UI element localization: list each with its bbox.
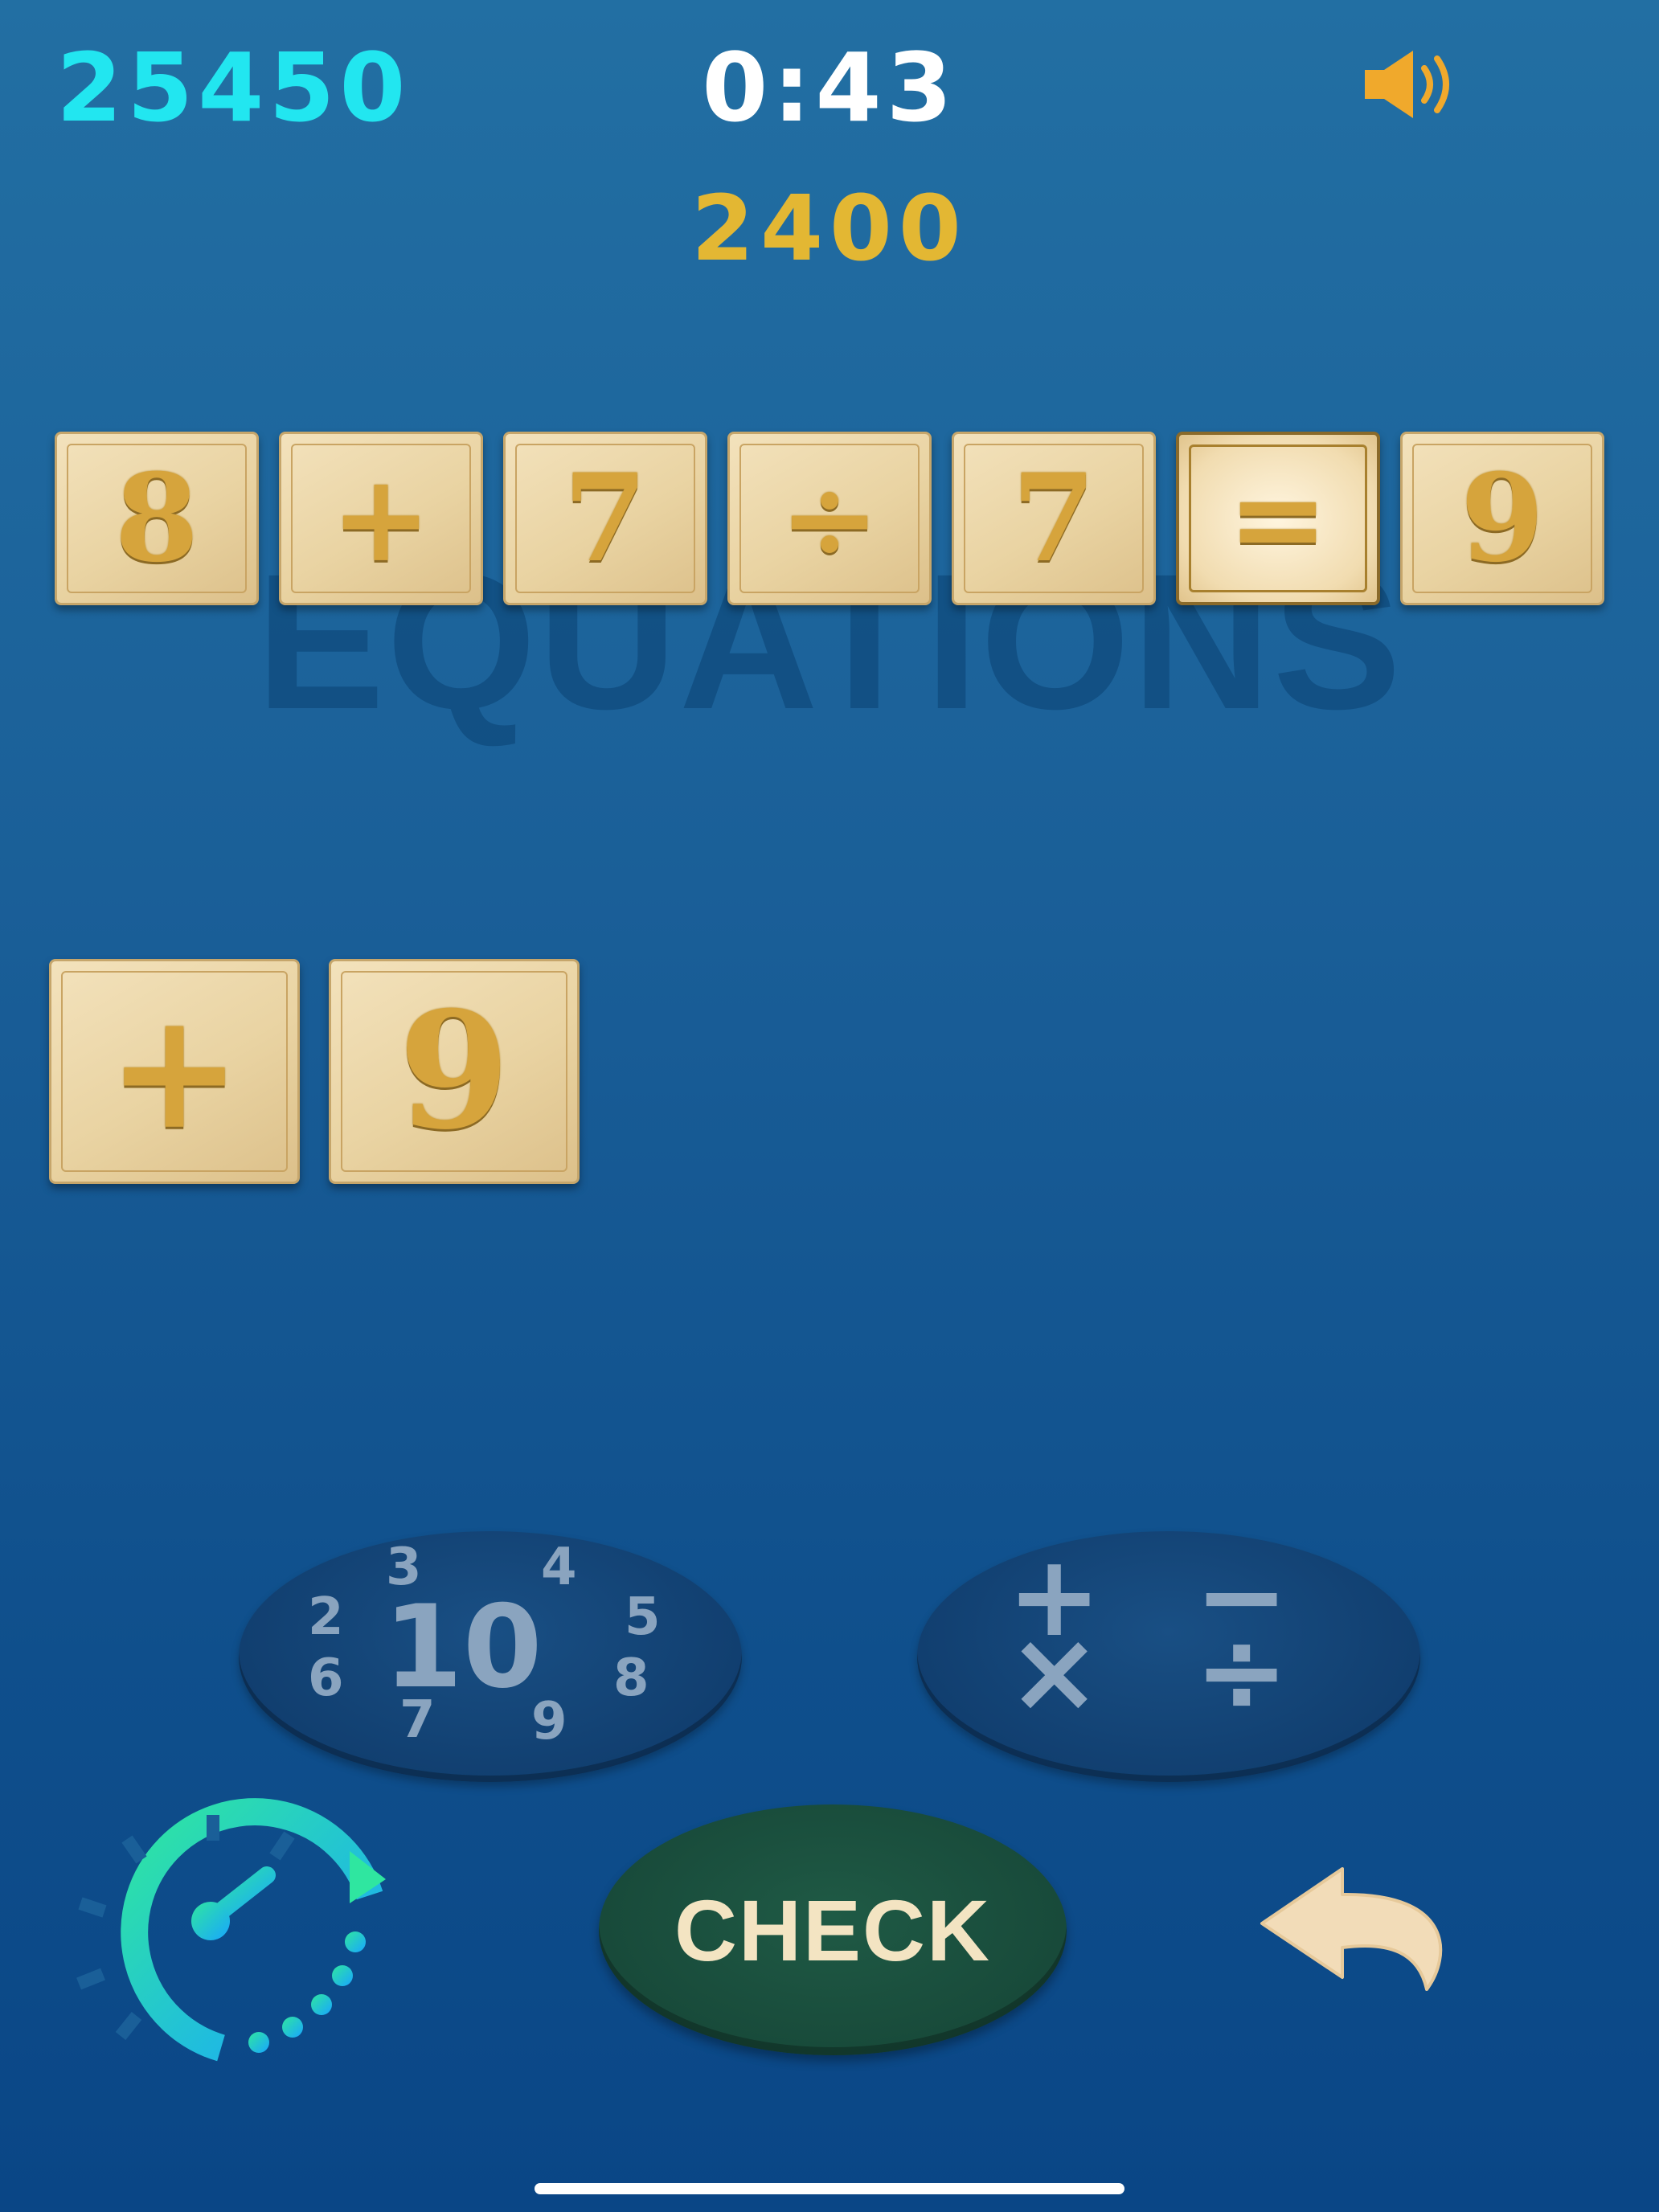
tile-glyph: = (1227, 448, 1329, 589)
equation-tile[interactable]: 7 (952, 432, 1156, 605)
number-center-glyph: 10 (383, 1581, 543, 1714)
tray-tile[interactable]: + (49, 959, 300, 1184)
number-glyph: 5 (625, 1587, 661, 1647)
tile-glyph: ÷ (779, 448, 880, 589)
tile-glyph: 7 (1011, 448, 1096, 589)
number-glyph: 8 (613, 1649, 649, 1708)
round-points: 2400 (691, 177, 968, 281)
equation-tile[interactable]: ÷ (727, 432, 932, 605)
tile-glyph: 8 (114, 448, 199, 589)
speaker-icon (1365, 51, 1449, 118)
check-button[interactable]: CHECK (599, 1804, 1067, 2055)
equation-tile[interactable]: + (279, 432, 483, 605)
tile-glyph: 9 (1460, 448, 1545, 589)
speedometer-icon (76, 1798, 386, 2062)
times-glyph: × (1007, 1607, 1102, 1738)
equation-tile[interactable]: 8 (55, 432, 259, 605)
divide-glyph: ÷ (1194, 1607, 1289, 1738)
equals-tile[interactable]: = (1176, 432, 1380, 605)
tray-tile[interactable]: 9 (329, 959, 580, 1184)
sound-toggle-button[interactable] (1358, 44, 1471, 125)
equation-tile[interactable]: 7 (503, 432, 707, 605)
operators-button[interactable]: + − × ÷ (917, 1531, 1420, 1782)
tile-glyph: 7 (563, 448, 648, 589)
number-glyph: 6 (308, 1649, 344, 1708)
tile-glyph: + (107, 977, 242, 1165)
tile-glyph: 9 (398, 977, 510, 1165)
number-glyph: 2 (308, 1587, 344, 1647)
tile-glyph: + (330, 448, 432, 589)
check-button-label: CHECK (674, 1881, 991, 1979)
number-glyph: 4 (541, 1538, 577, 1597)
undo-arrow-icon (1260, 1867, 1443, 1991)
speed-boost-button[interactable] (32, 1791, 386, 2064)
numbers-button[interactable]: 3 4 2 5 6 8 7 9 10 (239, 1531, 742, 1782)
home-indicator[interactable] (535, 2183, 1124, 2194)
undo-button[interactable] (1254, 1861, 1471, 1997)
equation-tile[interactable]: 9 (1400, 432, 1604, 605)
